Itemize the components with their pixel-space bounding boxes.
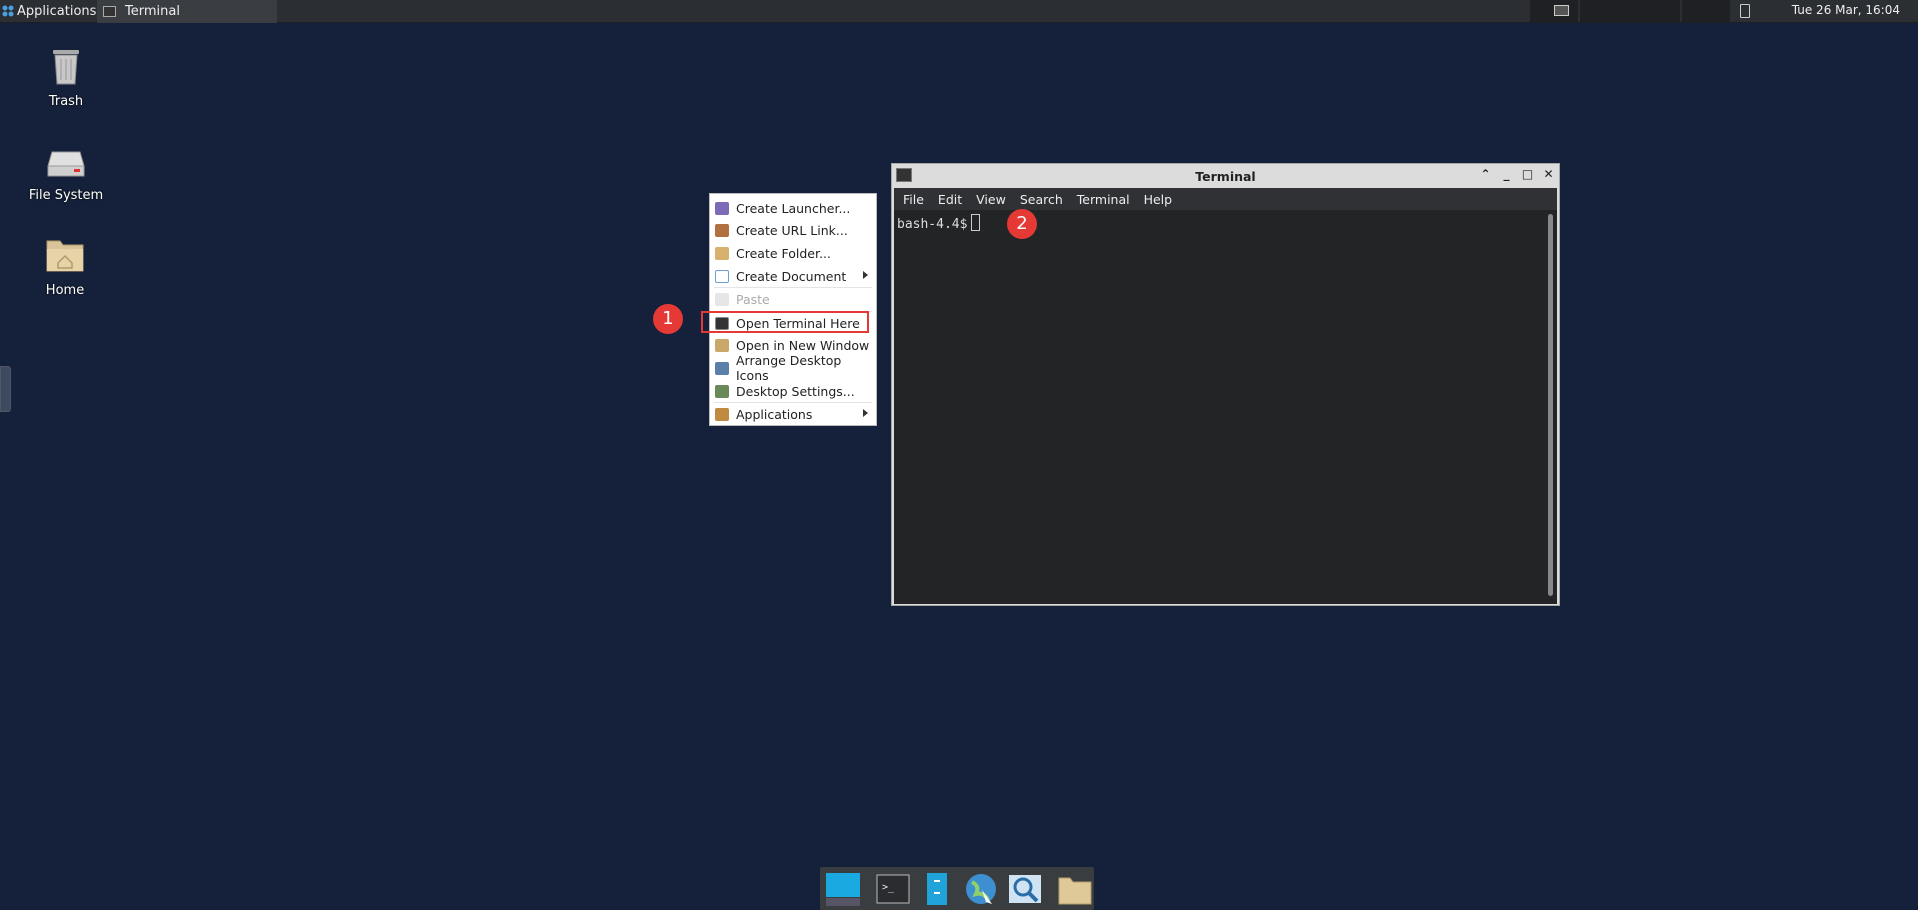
menu-item-label: Create URL Link... (736, 223, 848, 239)
document-icon (715, 269, 729, 283)
minimize-icon[interactable]: _ (1500, 167, 1513, 181)
menu-item-label: Create Document (736, 268, 847, 284)
paste-icon (715, 293, 729, 307)
file-manager-icon (927, 872, 947, 905)
menu-item-desktop-settings[interactable]: Desktop Settings... (710, 380, 876, 403)
panel-tray-2 (1682, 0, 1730, 23)
browser-icon (966, 873, 996, 904)
url-link-icon (715, 224, 729, 238)
folder-launcher[interactable] (1056, 870, 1094, 908)
desktop-icon-label: File System (28, 188, 104, 203)
home-folder-icon (46, 240, 84, 272)
applications-icon (715, 408, 729, 422)
side-panel-handle[interactable] (0, 366, 11, 412)
menu-item-label: Open in New Window (736, 338, 870, 354)
search-icon (1009, 874, 1041, 903)
bottom-dock: >_ (820, 867, 1094, 910)
menu-item-label: Create Launcher... (736, 200, 851, 216)
terminal-icon: >_ (876, 874, 910, 903)
folder-add-icon (715, 246, 729, 260)
menu-item-arrange-desktop-icons[interactable]: Arrange Desktop Icons (710, 353, 876, 383)
settings-icon (715, 384, 729, 398)
desktop-icon-trash[interactable]: Trash (11, 44, 121, 109)
menu-item-label: Paste (736, 292, 770, 308)
applications-menu-button[interactable]: Applications ⁝ (0, 0, 106, 23)
desktop-icon-label: Home (45, 283, 85, 298)
trash-icon (53, 50, 79, 85)
menu-item-applications[interactable]: Applications (710, 403, 876, 426)
menu-search[interactable]: Search (1020, 192, 1063, 207)
folder-icon (1058, 877, 1092, 904)
display-icon[interactable] (1554, 5, 1569, 16)
desktop-icon-label: Trash (48, 94, 84, 109)
file-manager-launcher[interactable] (918, 870, 956, 908)
terminal-content[interactable]: bash-4.4$ (894, 210, 1557, 604)
submenu-arrow-icon (863, 409, 868, 418)
shade-icon[interactable]: ⌃ (1479, 167, 1492, 181)
window-icon (715, 339, 729, 353)
window-title: Terminal (1195, 168, 1256, 184)
taskbar-terminal-label: Terminal (125, 4, 180, 19)
menu-file[interactable]: File (903, 192, 924, 207)
desktop-context-menu: Create Launcher... Create URL Link... Cr… (709, 193, 877, 426)
terminal-launcher[interactable]: >_ (874, 870, 912, 908)
menu-edit[interactable]: Edit (938, 192, 962, 207)
search-launcher[interactable] (1006, 870, 1044, 908)
launcher-icon (715, 201, 729, 215)
applications-label: Applications (17, 3, 97, 19)
terminal-window[interactable]: Terminal ⌃ _ □ ✕ File Edit View Search T… (891, 163, 1560, 606)
menu-item-label: Create Folder... (736, 245, 831, 261)
battery-icon[interactable] (1740, 4, 1750, 18)
maximize-icon[interactable]: □ (1521, 167, 1534, 181)
browser-launcher[interactable] (962, 870, 1000, 908)
menu-item-create-launcher[interactable]: Create Launcher... (710, 197, 876, 220)
shell-prompt: bash-4.4$ (897, 217, 968, 232)
submenu-arrow-icon (863, 270, 868, 279)
menu-item-create-folder[interactable]: Create Folder... (710, 242, 876, 265)
menu-item-create-document[interactable]: Create Document (710, 265, 876, 288)
close-icon[interactable]: ✕ (1542, 167, 1555, 181)
terminal-titlebar[interactable]: Terminal ⌃ _ □ ✕ (892, 164, 1559, 188)
menu-item-create-url-link[interactable]: Create URL Link... (710, 220, 876, 243)
menu-help[interactable]: Help (1144, 192, 1173, 207)
show-desktop-icon (826, 872, 860, 906)
menu-item-label: Desktop Settings... (736, 383, 855, 399)
show-desktop-button[interactable] (824, 870, 862, 908)
clock[interactable]: Tue 26 Mar, 16:04 (1792, 3, 1900, 17)
taskbar-terminal-button[interactable]: Terminal (97, 0, 277, 23)
desktop-icon-home[interactable]: Home (10, 233, 120, 298)
xfce-logo-icon (2, 5, 14, 17)
desktop-icon-file-system[interactable]: File System (11, 144, 121, 203)
menu-item-paste: Paste (710, 288, 876, 311)
top-panel: Applications ⁝ Terminal Tue 26 Mar, 16:0… (0, 0, 1918, 23)
text-cursor (971, 214, 981, 231)
drive-icon (47, 151, 85, 177)
highlight-box (701, 311, 869, 333)
step-badge-1: 1 (653, 304, 683, 334)
menu-item-label: Applications (736, 407, 813, 423)
menu-view[interactable]: View (976, 192, 1006, 207)
panel-tray (1580, 0, 1680, 23)
terminal-icon (103, 6, 116, 17)
terminal-menubar: File Edit View Search Terminal Help (894, 188, 1557, 210)
svg-text:>_: >_ (882, 882, 895, 893)
arrange-icon (715, 361, 729, 375)
step-badge-2: 2 (1007, 209, 1037, 239)
menu-terminal[interactable]: Terminal (1077, 192, 1130, 207)
scrollbar[interactable] (1548, 214, 1553, 596)
terminal-icon (896, 168, 912, 182)
